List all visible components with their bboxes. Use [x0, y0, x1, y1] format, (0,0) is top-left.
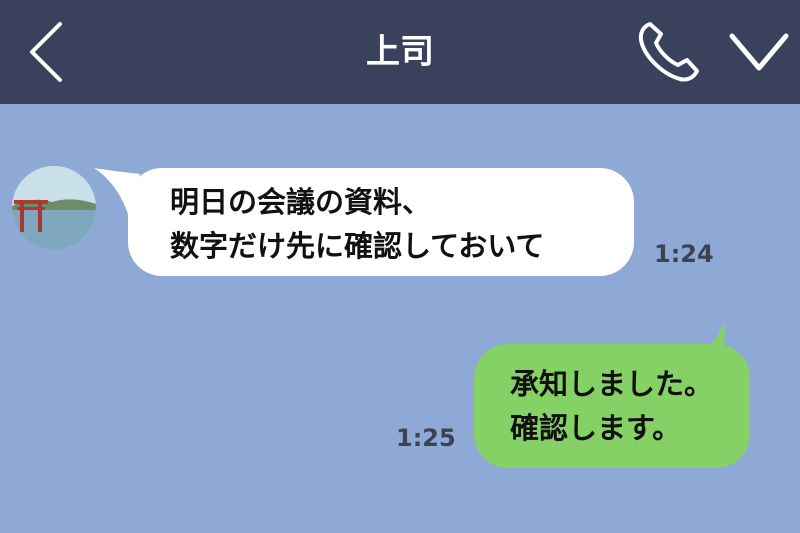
message-line: 明日の会議の資料、: [170, 185, 432, 219]
back-button[interactable]: [22, 20, 72, 84]
message-bubble-incoming[interactable]: 明日の会議の資料、 数字だけ先に確認しておいて: [128, 168, 634, 276]
avatar[interactable]: [12, 166, 96, 250]
message-line: 数字だけ先に確認しておいて: [170, 229, 545, 263]
message-line: 承知しました。: [510, 367, 714, 401]
phone-icon: [638, 22, 699, 82]
chat-header: 上司: [0, 0, 800, 104]
message-timestamp: 1:24: [654, 240, 714, 268]
chevron-down-icon: [729, 33, 789, 71]
message-timestamp: 1:25: [396, 424, 456, 452]
torii-photo-icon: [12, 166, 96, 250]
message-bubble-outgoing[interactable]: 承知しました。 確認します。: [474, 344, 750, 468]
call-button[interactable]: [636, 18, 704, 84]
menu-button[interactable]: [728, 26, 790, 76]
chevron-left-icon: [30, 22, 62, 82]
message-line: 確認します。: [510, 411, 682, 445]
